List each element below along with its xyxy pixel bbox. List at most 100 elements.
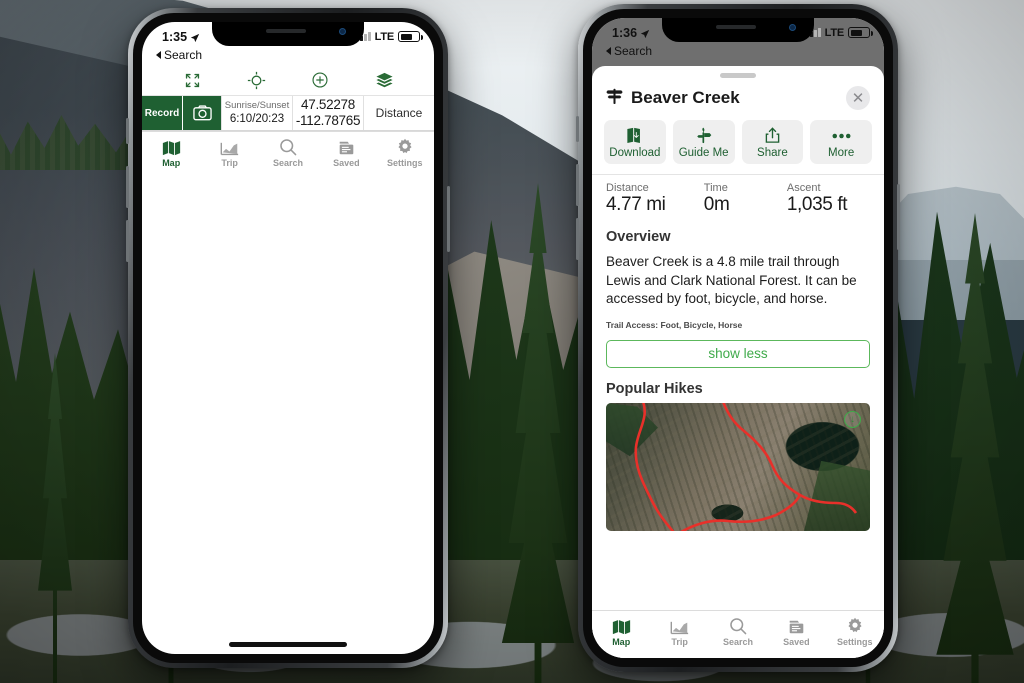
sheet-header: Beaver Creek ✕ [592, 78, 884, 120]
close-icon[interactable]: ✕ [846, 86, 870, 110]
trail-access-text: Trail Access: Foot, Bicycle, Horse [606, 319, 743, 330]
saved-icon [338, 136, 355, 156]
tab-saved[interactable]: Saved [318, 136, 374, 168]
tab-bar: Map Trip Search Saved Settings [142, 131, 434, 179]
search-icon [729, 615, 747, 635]
download-circle-icon[interactable]: ↓ [844, 410, 861, 428]
mute-switch[interactable] [126, 118, 129, 144]
battery-icon [398, 31, 423, 42]
distance-cell[interactable]: Distance [363, 96, 434, 130]
gear-icon [396, 136, 414, 156]
tab-label: Search [272, 157, 303, 168]
back-to-search-link[interactable]: Search [142, 48, 434, 65]
stat-label: Ascent [786, 182, 821, 194]
tab-map[interactable]: Map [593, 615, 649, 647]
map-icon [162, 136, 181, 156]
map-icon [612, 615, 631, 635]
phone-left: 1:35 LTE Search Record Sunrise/Sunset 6:… [126, 8, 450, 668]
power-button[interactable] [897, 184, 900, 250]
popular-hike-thumbnail[interactable]: ↓ [606, 402, 870, 531]
tab-map[interactable]: Map [143, 136, 199, 168]
left-screen: 1:35 LTE Search Record Sunrise/Sunset 6:… [142, 22, 434, 654]
saved-icon [788, 615, 805, 635]
tab-settings[interactable]: Settings [377, 136, 433, 168]
tab-label: Settings [836, 636, 873, 647]
plus-circle-icon[interactable] [308, 69, 332, 91]
stat-distance: Distance 4.77 mi [606, 182, 704, 216]
gear-icon [846, 615, 864, 635]
map-tools-bar [142, 65, 434, 95]
location-arrow-icon [640, 28, 650, 38]
download-map-icon [626, 126, 643, 145]
volume-up-button[interactable] [126, 166, 129, 208]
tab-label: Saved [783, 636, 810, 647]
tab-label: Map [612, 636, 631, 647]
back-to-search-link[interactable]: Search [592, 44, 884, 61]
volume-down-button[interactable] [126, 220, 129, 262]
tab-settings[interactable]: Settings [827, 615, 883, 647]
sunrise-value: 6:10/20:23 [229, 112, 285, 125]
back-label: Search [614, 44, 653, 58]
front-camera [339, 28, 346, 35]
share-icon [764, 126, 781, 145]
stat-value: 1,035 ft [786, 194, 848, 215]
tab-search[interactable]: Search [260, 136, 316, 168]
tab-saved[interactable]: Saved [768, 615, 824, 647]
stat-value: 4.77 mi [606, 194, 666, 215]
guide-me-button[interactable]: Guide Me [672, 120, 735, 164]
front-camera [789, 24, 796, 31]
sheet-action-row: Download Guide Me Share More [592, 120, 884, 174]
action-label: Download [609, 147, 661, 159]
mute-switch[interactable] [576, 116, 579, 142]
volume-up-button[interactable] [576, 164, 579, 206]
show-less-button[interactable]: show less [606, 339, 870, 368]
share-button[interactable]: Share [741, 120, 804, 164]
coordinates-cell: 47.52278 -112.78765 [292, 96, 363, 130]
tab-label: Map [162, 157, 181, 168]
overview-heading: Overview [606, 229, 671, 245]
carrier-label: LTE [374, 30, 395, 43]
chart-icon [670, 615, 689, 635]
stat-label: Distance [606, 182, 649, 194]
sunrise-sunset-cell: Sunrise/Sunset 6:10/20:23 [221, 96, 292, 130]
record-button[interactable]: Record [142, 96, 182, 130]
trail-detail-sheet: Beaver Creek ✕ Download Guide Me Share More… [592, 66, 884, 658]
tab-bar: Map Trip Search Saved Settings [592, 610, 884, 658]
camera-button[interactable] [183, 96, 221, 130]
layers-icon[interactable] [372, 69, 396, 91]
longitude-value: -112.78765 [295, 113, 361, 128]
stat-time: Time 0m [704, 182, 787, 216]
back-triangle-icon [156, 51, 161, 59]
notch [212, 22, 364, 46]
power-button[interactable] [447, 186, 450, 252]
tab-trip[interactable]: Trip [202, 136, 258, 168]
tab-search[interactable]: Search [710, 615, 766, 647]
chart-icon [220, 136, 239, 156]
home-indicator[interactable] [229, 642, 347, 647]
tab-label: Trip [671, 636, 688, 647]
latitude-value: 47.52278 [301, 96, 355, 112]
action-label: More [828, 147, 855, 159]
overview-text: Beaver Creek is a 4.8 mile trail through… [606, 254, 857, 307]
status-time: 1:35 [162, 29, 188, 44]
action-label: Share [757, 147, 788, 159]
guide-sign-icon [695, 126, 712, 145]
more-button[interactable]: More [810, 120, 872, 164]
phone-right: 1:36 LTE Search Beaver Creek ✕ Download … [576, 4, 900, 672]
volume-down-button[interactable] [576, 218, 579, 260]
hike-route-overlay [634, 402, 858, 531]
trail-sign-icon [606, 86, 623, 110]
sunrise-label: Sunrise/Sunset [224, 100, 290, 112]
back-triangle-icon [606, 47, 611, 55]
crosshair-icon[interactable] [244, 69, 268, 91]
earpiece-speaker [266, 29, 306, 33]
expand-arrows-icon[interactable] [180, 69, 204, 91]
battery-icon [848, 27, 873, 38]
tab-label: Saved [333, 157, 360, 168]
popular-hikes-heading: Popular Hikes [606, 380, 703, 397]
tab-trip[interactable]: Trip [652, 615, 708, 647]
download-button[interactable]: Download [604, 120, 666, 164]
distance-label: Distance [375, 105, 423, 120]
search-icon [279, 136, 297, 156]
tab-label: Trip [221, 157, 238, 168]
